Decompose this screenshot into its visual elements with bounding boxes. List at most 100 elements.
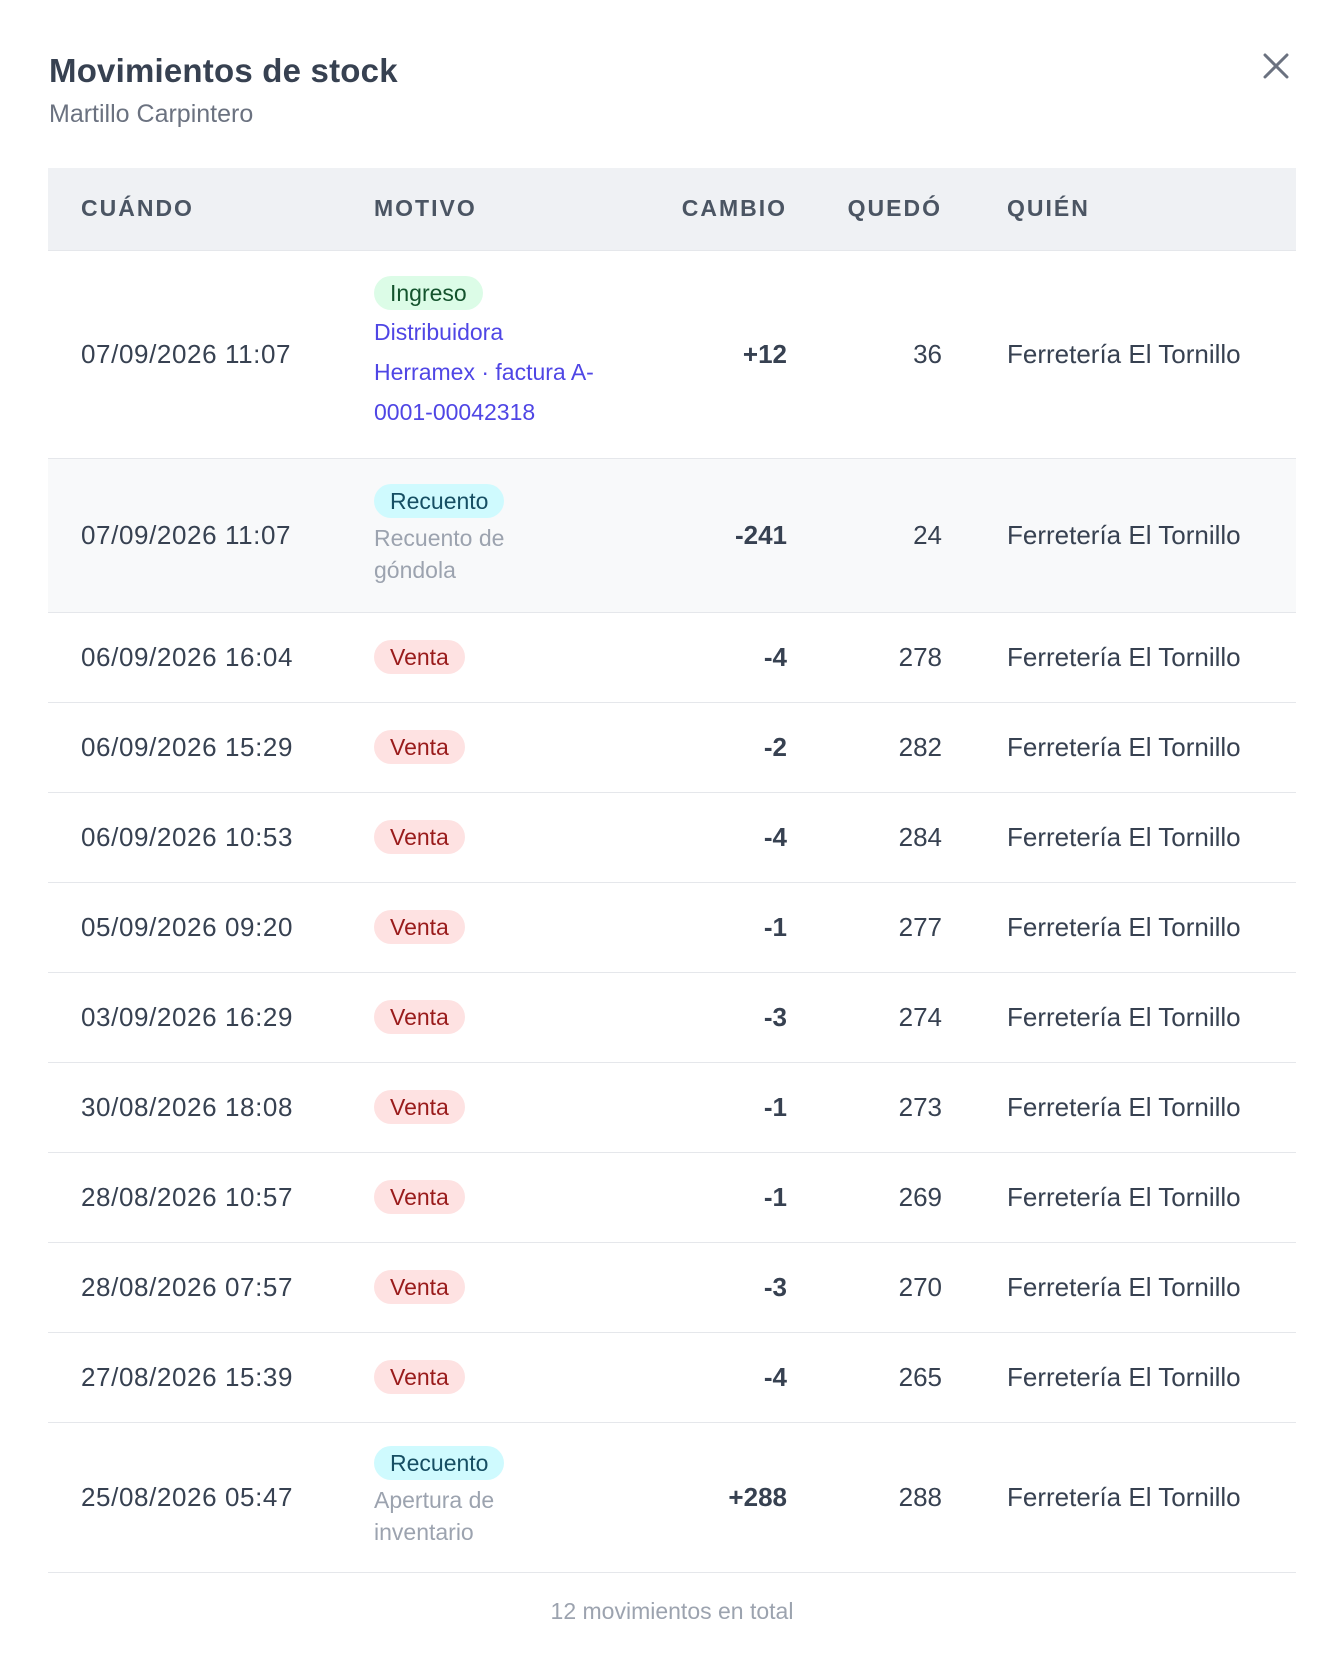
reason-badge-venta: Venta (374, 1000, 465, 1034)
cell-change: -241 (636, 458, 788, 613)
reason-badge-recuento: Recuento (374, 484, 505, 518)
table-header-row: CUÁNDO MOTIVO CAMBIO QUEDÓ QUIÉN (48, 168, 1296, 251)
reason-badge-recuento: Recuento (374, 1446, 505, 1480)
cell-who: Ferretería El Tornillo (943, 1332, 1296, 1423)
cell-left: 273 (788, 1062, 943, 1153)
cell-reason: Ingreso Distribuidora Herramex · factura … (366, 250, 636, 459)
cell-change: -4 (636, 612, 788, 703)
table-row: 25/08/2026 05:47 Recuento Apertura de inve… (48, 1422, 1296, 1573)
reason-badge-venta: Venta (374, 1180, 465, 1214)
cell-who: Ferretería El Tornillo (943, 458, 1296, 613)
column-header-reason: MOTIVO (366, 168, 636, 251)
cell-change: -1 (636, 1152, 788, 1243)
cell-when: 25/08/2026 05:47 (48, 1422, 366, 1573)
cell-reason: Venta (366, 1332, 636, 1423)
cell-when: 07/09/2026 11:07 (48, 250, 366, 459)
cell-when: 27/08/2026 15:39 (48, 1332, 366, 1423)
cell-left: 288 (788, 1422, 943, 1573)
cell-when: 30/08/2026 18:08 (48, 1062, 366, 1153)
table-row: 03/09/2026 16:29 Venta -3 274 Ferretería El … (48, 972, 1296, 1063)
cell-left: 278 (788, 612, 943, 703)
table-row: 06/09/2026 10:53 Venta -4 284 Ferretería El … (48, 792, 1296, 883)
cell-left: 265 (788, 1332, 943, 1423)
cell-reason: Venta (366, 1062, 636, 1153)
cell-change: -3 (636, 972, 788, 1063)
reason-badge-venta: Venta (374, 1090, 465, 1124)
table-row: 27/08/2026 15:39 Venta -4 265 Ferretería El … (48, 1332, 1296, 1423)
reason-badge-venta: Venta (374, 820, 465, 854)
cell-reason: Venta (366, 702, 636, 793)
reason-badge-venta: Venta (374, 1360, 465, 1394)
reason-badge-venta: Venta (374, 910, 465, 944)
cell-who: Ferretería El Tornillo (943, 882, 1296, 973)
cell-who: Ferretería El Tornillo (943, 250, 1296, 459)
cell-reason: Venta (366, 612, 636, 703)
cell-when: 28/08/2026 10:57 (48, 1152, 366, 1243)
cell-when: 06/09/2026 10:53 (48, 792, 366, 883)
dialog-title: Movimientos de stock (49, 52, 398, 89)
cell-reason: Recuento Apertura de inventario (366, 1422, 636, 1573)
table-row: 06/09/2026 15:29 Venta -2 282 Ferretería El … (48, 702, 1296, 793)
cell-change: -2 (636, 702, 788, 793)
cell-when: 07/09/2026 11:07 (48, 458, 366, 613)
table-row: 06/09/2026 16:04 Venta -4 278 Ferretería El … (48, 612, 1296, 703)
table-row: 28/08/2026 10:57 Venta -1 269 Ferretería El … (48, 1152, 1296, 1243)
cell-who: Ferretería El Tornillo (943, 1062, 1296, 1153)
cell-when: 03/09/2026 16:29 (48, 972, 366, 1063)
reason-badge-venta: Venta (374, 1270, 465, 1304)
cell-who: Ferretería El Tornillo (943, 702, 1296, 793)
cell-change: -4 (636, 1332, 788, 1423)
table-row: 07/09/2026 11:07 Recuento Recuento de gónd… (48, 458, 1296, 613)
reason-note: Recuento de góndola (374, 525, 505, 583)
cell-reason: Venta (366, 1152, 636, 1243)
cell-left: 36 (788, 250, 943, 459)
table-row: 07/09/2026 11:07 Ingreso Distribuidora Her… (48, 250, 1296, 459)
cell-who: Ferretería El Tornillo (943, 1422, 1296, 1573)
cell-left: 269 (788, 1152, 943, 1243)
stock-movements-dialog: Movimientos de stock Martillo Carpintero… (0, 0, 1344, 1656)
cell-left: 282 (788, 702, 943, 793)
cell-change: +288 (636, 1422, 788, 1573)
cell-who: Ferretería El Tornillo (943, 792, 1296, 883)
reason-badge-venta: Venta (374, 640, 465, 674)
cell-left: 284 (788, 792, 943, 883)
cell-reason: Recuento Recuento de góndola (366, 458, 636, 613)
cell-reason: Venta (366, 792, 636, 883)
cell-when: 06/09/2026 15:29 (48, 702, 366, 793)
cell-change: +12 (636, 250, 788, 459)
column-header-left: QUEDÓ (788, 168, 943, 251)
table-row: 28/08/2026 07:57 Venta -3 270 Ferretería El … (48, 1242, 1296, 1333)
reason-badge-venta: Venta (374, 730, 465, 764)
cell-reason: Venta (366, 1242, 636, 1333)
reason-badge-ingreso: Ingreso (374, 276, 483, 310)
cell-change: -1 (636, 1062, 788, 1153)
cell-when: 28/08/2026 07:57 (48, 1242, 366, 1333)
cell-reason: Venta (366, 972, 636, 1063)
cell-left: 274 (788, 972, 943, 1063)
total-count: 12 movimientos en total (550, 1598, 794, 1624)
cell-when: 05/09/2026 09:20 (48, 882, 366, 973)
column-header-who: QUIÉN (943, 168, 1296, 251)
cell-who: Ferretería El Tornillo (943, 1152, 1296, 1243)
cell-left: 277 (788, 882, 943, 973)
cell-change: -3 (636, 1242, 788, 1333)
reason-note: Apertura de inventario (374, 1487, 495, 1545)
cell-who: Ferretería El Tornillo (943, 612, 1296, 703)
cell-left: 270 (788, 1242, 943, 1333)
dialog-header: Movimientos de stock Martillo Carpintero (49, 52, 398, 129)
cell-when: 06/09/2026 16:04 (48, 612, 366, 703)
close-button[interactable] (1256, 46, 1296, 86)
column-header-when: CUÁNDO (48, 168, 366, 251)
cell-change: -1 (636, 882, 788, 973)
movements-table: CUÁNDO MOTIVO CAMBIO QUEDÓ QUIÉN 07/09/2… (48, 168, 1296, 1573)
cell-change: -4 (636, 792, 788, 883)
cell-who: Ferretería El Tornillo (943, 972, 1296, 1063)
cell-reason: Venta (366, 882, 636, 973)
reason-note-link[interactable]: Distribuidora Herramex · factura A-0001-… (374, 312, 604, 432)
product-name: Martillo Carpintero (49, 100, 254, 128)
close-icon (1263, 53, 1289, 79)
cell-who: Ferretería El Tornillo (943, 1242, 1296, 1333)
table-row: 05/09/2026 09:20 Venta -1 277 Ferretería El … (48, 882, 1296, 973)
table-row: 30/08/2026 18:08 Venta -1 273 Ferretería El … (48, 1062, 1296, 1153)
cell-left: 24 (788, 458, 943, 613)
